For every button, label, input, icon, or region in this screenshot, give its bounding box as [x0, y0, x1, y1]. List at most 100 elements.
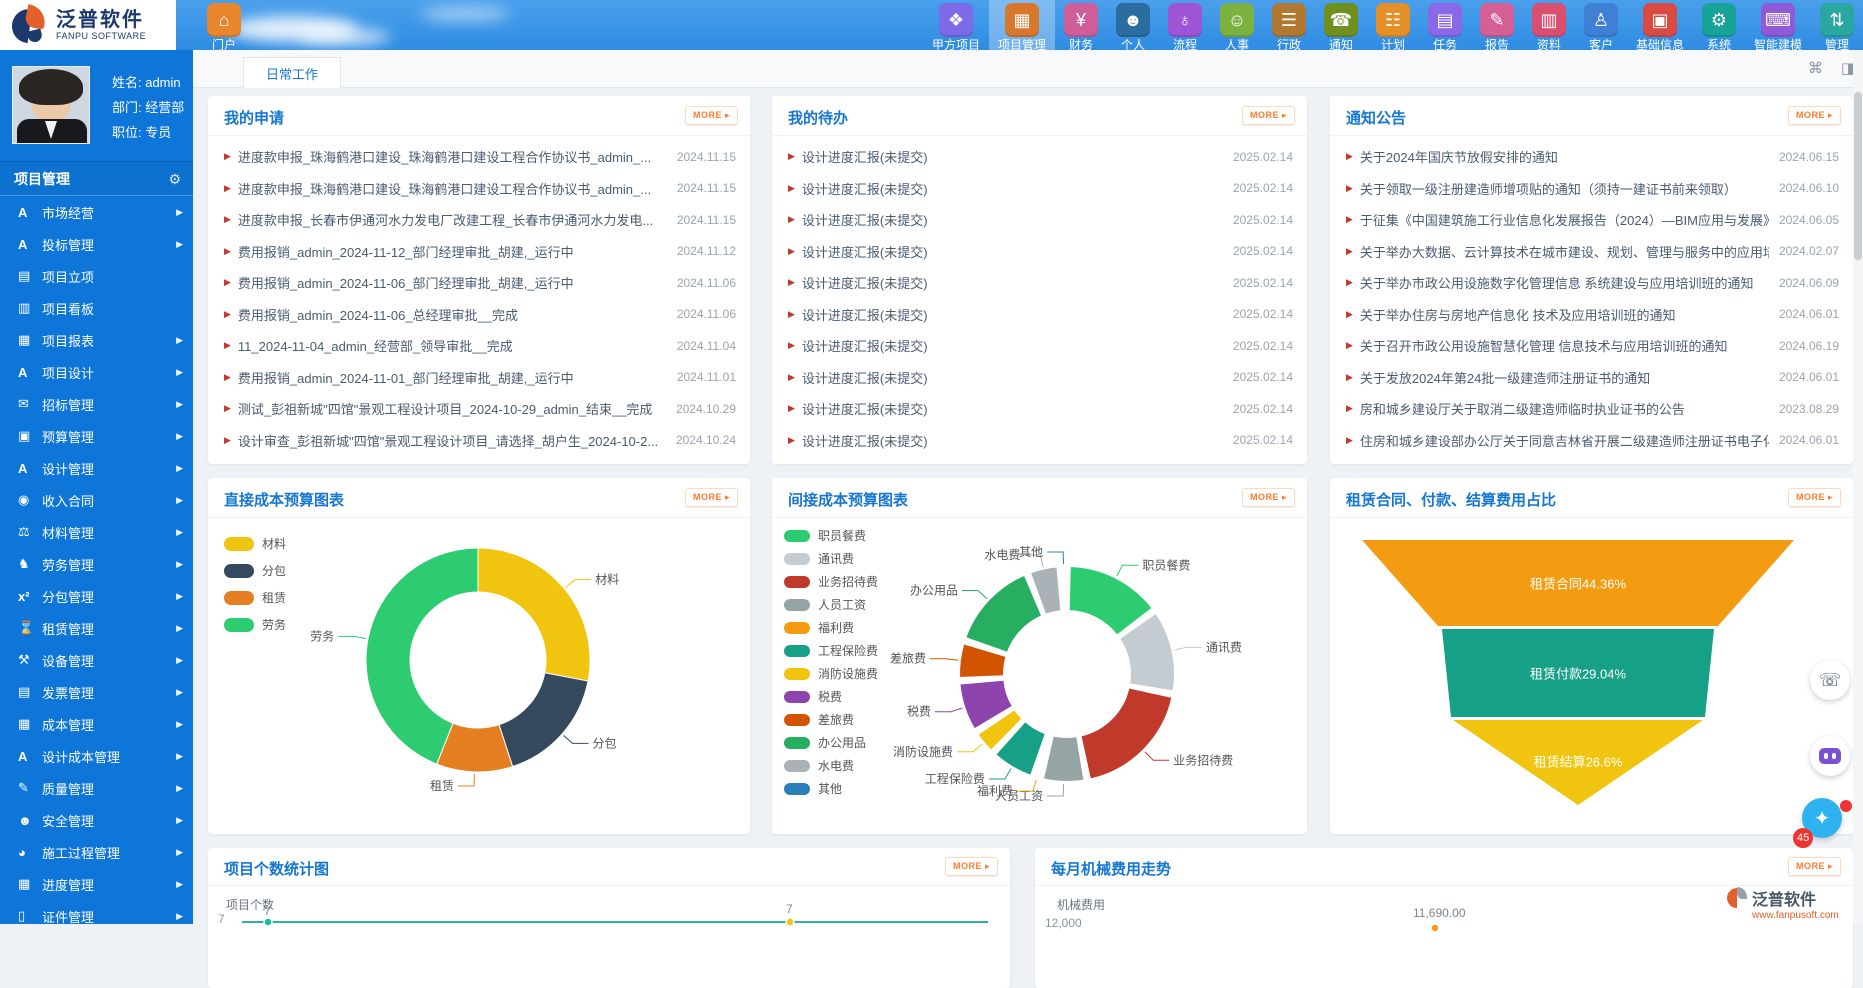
donut-slice-材料[interactable]	[478, 548, 590, 681]
nav-item-6[interactable]: ☺人事	[1211, 0, 1263, 50]
list-item[interactable]: ▶关于2024年国庆节放假安排的通知2024.06.15	[1330, 141, 1853, 173]
list-item[interactable]: ▶费用报销_admin_2024-11-12_部门经理审批_胡建,_运行中202…	[208, 236, 750, 268]
sidebar-item-13[interactable]: x²分包管理▶	[0, 580, 193, 612]
more-button[interactable]: MORE ▸	[1242, 488, 1295, 507]
list-item-text: 进度款申报_长春市伊通河水力发电厂改建工程_长春市伊通河水力发电...	[238, 210, 667, 229]
sidebar-item-14[interactable]: ⌛租赁管理▶	[0, 612, 193, 644]
nav-item-13[interactable]: ♙客户	[1575, 0, 1627, 50]
callout-label: 材料	[595, 573, 619, 587]
list-item[interactable]: ▶关于举办大数据、云计算技术在城市建设、规划、管理与服务中的应用培训班...20…	[1330, 236, 1853, 268]
list-item[interactable]: ▶设计进度汇报(未提交)2025.02.14	[772, 141, 1307, 173]
more-button[interactable]: MORE ▸	[1242, 106, 1295, 125]
list-item-text: 设计进度汇报(未提交)	[802, 242, 1223, 261]
sidebar-item-22[interactable]: ▦进度管理▶	[0, 868, 193, 900]
nav-item-11[interactable]: ✎报告	[1471, 0, 1523, 50]
donut-slice-办公用品[interactable]	[965, 575, 1042, 653]
list-item[interactable]: ▶费用报销_admin_2024-11-01_部门经理审批_胡建,_运行中202…	[208, 362, 750, 394]
ai-robot-button[interactable]	[1810, 736, 1850, 776]
list-item[interactable]: ▶设计进度汇报(未提交)2025.02.14	[772, 204, 1307, 236]
list-item[interactable]: ▶设计进度汇报(未提交)2025.02.14	[772, 330, 1307, 362]
list-item[interactable]: ▶关于举办住房与房地产信息化 技术及应用培训班的通知2024.06.01	[1330, 299, 1853, 331]
list-item[interactable]: ▶于征集《中国建筑施工行业信息化发展报告（2024）—BIM应用与发展》材料..…	[1330, 204, 1853, 236]
nav-item-portal[interactable]: ⌂ 门户	[200, 3, 248, 50]
list-item[interactable]: ▶设计审查_彭祖新城"四馆"景观工程设计项目_请选择_胡户生_2024-10-2…	[208, 425, 750, 457]
sidebar-item-1[interactable]: A市场经营▶	[0, 196, 193, 228]
nav-item-8[interactable]: ☎通知	[1315, 0, 1367, 50]
list-item[interactable]: ▶设计进度汇报(未提交)2025.02.14	[772, 425, 1307, 457]
sidebar-item-16[interactable]: ▤发票管理▶	[0, 676, 193, 708]
more-button[interactable]: MORE ▸	[685, 106, 738, 125]
list-item[interactable]: ▶设计进度汇报(未提交)2025.02.14	[772, 267, 1307, 299]
sidebar-item-icon: A	[18, 461, 42, 476]
list-item[interactable]: ▶费用报销_admin_2024-11-06_部门经理审批_胡建,_运行中202…	[208, 267, 750, 299]
nav-item-label: 管理	[1820, 36, 1854, 50]
more-button[interactable]: MORE ▸	[1788, 106, 1841, 125]
nav-item-9[interactable]: ☷计划	[1367, 0, 1419, 50]
more-button[interactable]: MORE ▸	[1788, 488, 1841, 507]
sidebar-item-label: 租赁管理	[42, 619, 94, 638]
list-item[interactable]: ▶设计进度汇报(未提交)2025.02.14	[772, 236, 1307, 268]
list-item[interactable]: ▶进度款申报_珠海鹤港口建设_珠海鹤港口建设工程合作协议书_admin_...2…	[208, 173, 750, 205]
nav-item-7[interactable]: ☰行政	[1263, 0, 1315, 50]
donut-slice-其他[interactable]	[1063, 566, 1065, 611]
nav-item-12[interactable]: ▥资料	[1523, 0, 1575, 50]
sidebar-item-3[interactable]: ▤项目立项	[0, 260, 193, 292]
list-item[interactable]: ▶关于领取一级注册建造师增项贴的通知（须持一建证书前来领取）2024.06.10	[1330, 173, 1853, 205]
list-item[interactable]: ▶设计进度汇报(未提交)2025.02.14	[772, 173, 1307, 205]
sidebar-item-21[interactable]: ◕施工过程管理▶	[0, 836, 193, 868]
sidebar-item-19[interactable]: ✎质量管理▶	[0, 772, 193, 804]
list-item[interactable]: ▶测试_彭祖新城"四馆"景观工程设计项目_2024-10-29_admin_结束…	[208, 393, 750, 425]
nav-item-5[interactable]: ♁流程	[1159, 0, 1211, 50]
donut-slice-分包[interactable]	[499, 673, 588, 767]
scrollbar-thumb[interactable]	[1854, 92, 1862, 260]
more-button[interactable]: MORE ▸	[685, 488, 738, 507]
bullet-icon: ▶	[224, 309, 231, 320]
more-button[interactable]: MORE ▸	[1788, 857, 1841, 876]
nav-item-17[interactable]: ⇅管理	[1811, 0, 1863, 50]
sidebar-item-23[interactable]: ▯证件管理▶	[0, 900, 193, 932]
sidebar-item-10[interactable]: ◉收入合同▶	[0, 484, 193, 516]
customer-service-button[interactable]: ☏	[1810, 660, 1850, 700]
nav-item-4[interactable]: ☻个人	[1107, 0, 1159, 50]
sidebar-item-4[interactable]: ▥项目看板	[0, 292, 193, 324]
sidebar-item-6[interactable]: A项目设计▶	[0, 356, 193, 388]
nav-item-2[interactable]: ▦项目管理	[989, 0, 1055, 50]
list-item[interactable]: ▶设计进度汇报(未提交)2025.02.14	[772, 299, 1307, 331]
sidebar-item-17[interactable]: ▦成本管理▶	[0, 708, 193, 740]
sidebar-item-20[interactable]: ☻安全管理▶	[0, 804, 193, 836]
donut-slice-业务招待费[interactable]	[1080, 687, 1172, 779]
more-button[interactable]: MORE ▸	[945, 857, 998, 876]
gear-icon[interactable]: ⚙	[168, 162, 181, 196]
sidebar-item-2[interactable]: A投标管理▶	[0, 228, 193, 260]
tab-daily-work[interactable]: 日常工作	[243, 57, 341, 88]
nav-item-3[interactable]: ¥财务	[1055, 0, 1107, 50]
panel-my-applications: 我的申请 MORE ▸ ▶进度款申报_珠海鹤港口建设_珠海鹤港口建设工程合作协议…	[208, 96, 750, 464]
sidebar-item-8[interactable]: ▣预算管理▶	[0, 420, 193, 452]
sidebar-item-11[interactable]: ⚖材料管理▶	[0, 516, 193, 548]
nav-item-16[interactable]: ⌨智能建模	[1745, 0, 1811, 50]
sidebar-item-5[interactable]: ▦项目报表▶	[0, 324, 193, 356]
sidebar-item-9[interactable]: A设计管理▶	[0, 452, 193, 484]
sidebar-item-18[interactable]: A设计成本管理▶	[0, 740, 193, 772]
sidebar-item-7[interactable]: ✉招标管理▶	[0, 388, 193, 420]
sidebar-item-15[interactable]: ⚒设备管理▶	[0, 644, 193, 676]
key-icon[interactable]: ⌘	[1808, 59, 1823, 77]
list-item[interactable]: ▶关于举办市政公用设施数字化管理信息 系统建设与应用培训班的通知2024.06.…	[1330, 267, 1853, 299]
sidebar-item-12[interactable]: ♞劳务管理▶	[0, 548, 193, 580]
list-item[interactable]: ▶费用报销_admin_2024-11-06_总经理审批__完成2024.11.…	[208, 299, 750, 331]
donut-slice-人员工资[interactable]	[1043, 735, 1085, 782]
list-item[interactable]: ▶关于发放2024年第24批一级建造师注册证书的通知2024.06.01	[1330, 362, 1853, 394]
nav-item-14[interactable]: ▣基础信息	[1627, 0, 1693, 50]
list-item[interactable]: ▶进度款申报_长春市伊通河水力发电厂改建工程_长春市伊通河水力发电...2024…	[208, 204, 750, 236]
list-item[interactable]: ▶关于召开市政公用设施智慧化管理 信息技术与应用培训班的通知2024.06.19	[1330, 330, 1853, 362]
list-item[interactable]: ▶住房和城乡建设部办公厅关于同意吉林省开展二级建造师注册证书电子化试点...20…	[1330, 425, 1853, 457]
list-item[interactable]: ▶进度款申报_珠海鹤港口建设_珠海鹤港口建设工程合作协议书_admin_...2…	[208, 141, 750, 173]
list-item[interactable]: ▶11_2024-11-04_admin_经营部_领导审批__完成2024.11…	[208, 330, 750, 362]
list-item[interactable]: ▶设计进度汇报(未提交)2025.02.14	[772, 393, 1307, 425]
nav-item-15[interactable]: ⚙系统	[1693, 0, 1745, 50]
list-item[interactable]: ▶房和城乡建设厅关于取消二级建造师临时执业证书的公告2023.08.29	[1330, 393, 1853, 425]
nav-item-10[interactable]: ▤任务	[1419, 0, 1471, 50]
page-scrollbar[interactable]	[1853, 50, 1863, 924]
nav-item-1[interactable]: ❖甲方项目	[923, 0, 989, 50]
list-item[interactable]: ▶设计进度汇报(未提交)2025.02.14	[772, 362, 1307, 394]
